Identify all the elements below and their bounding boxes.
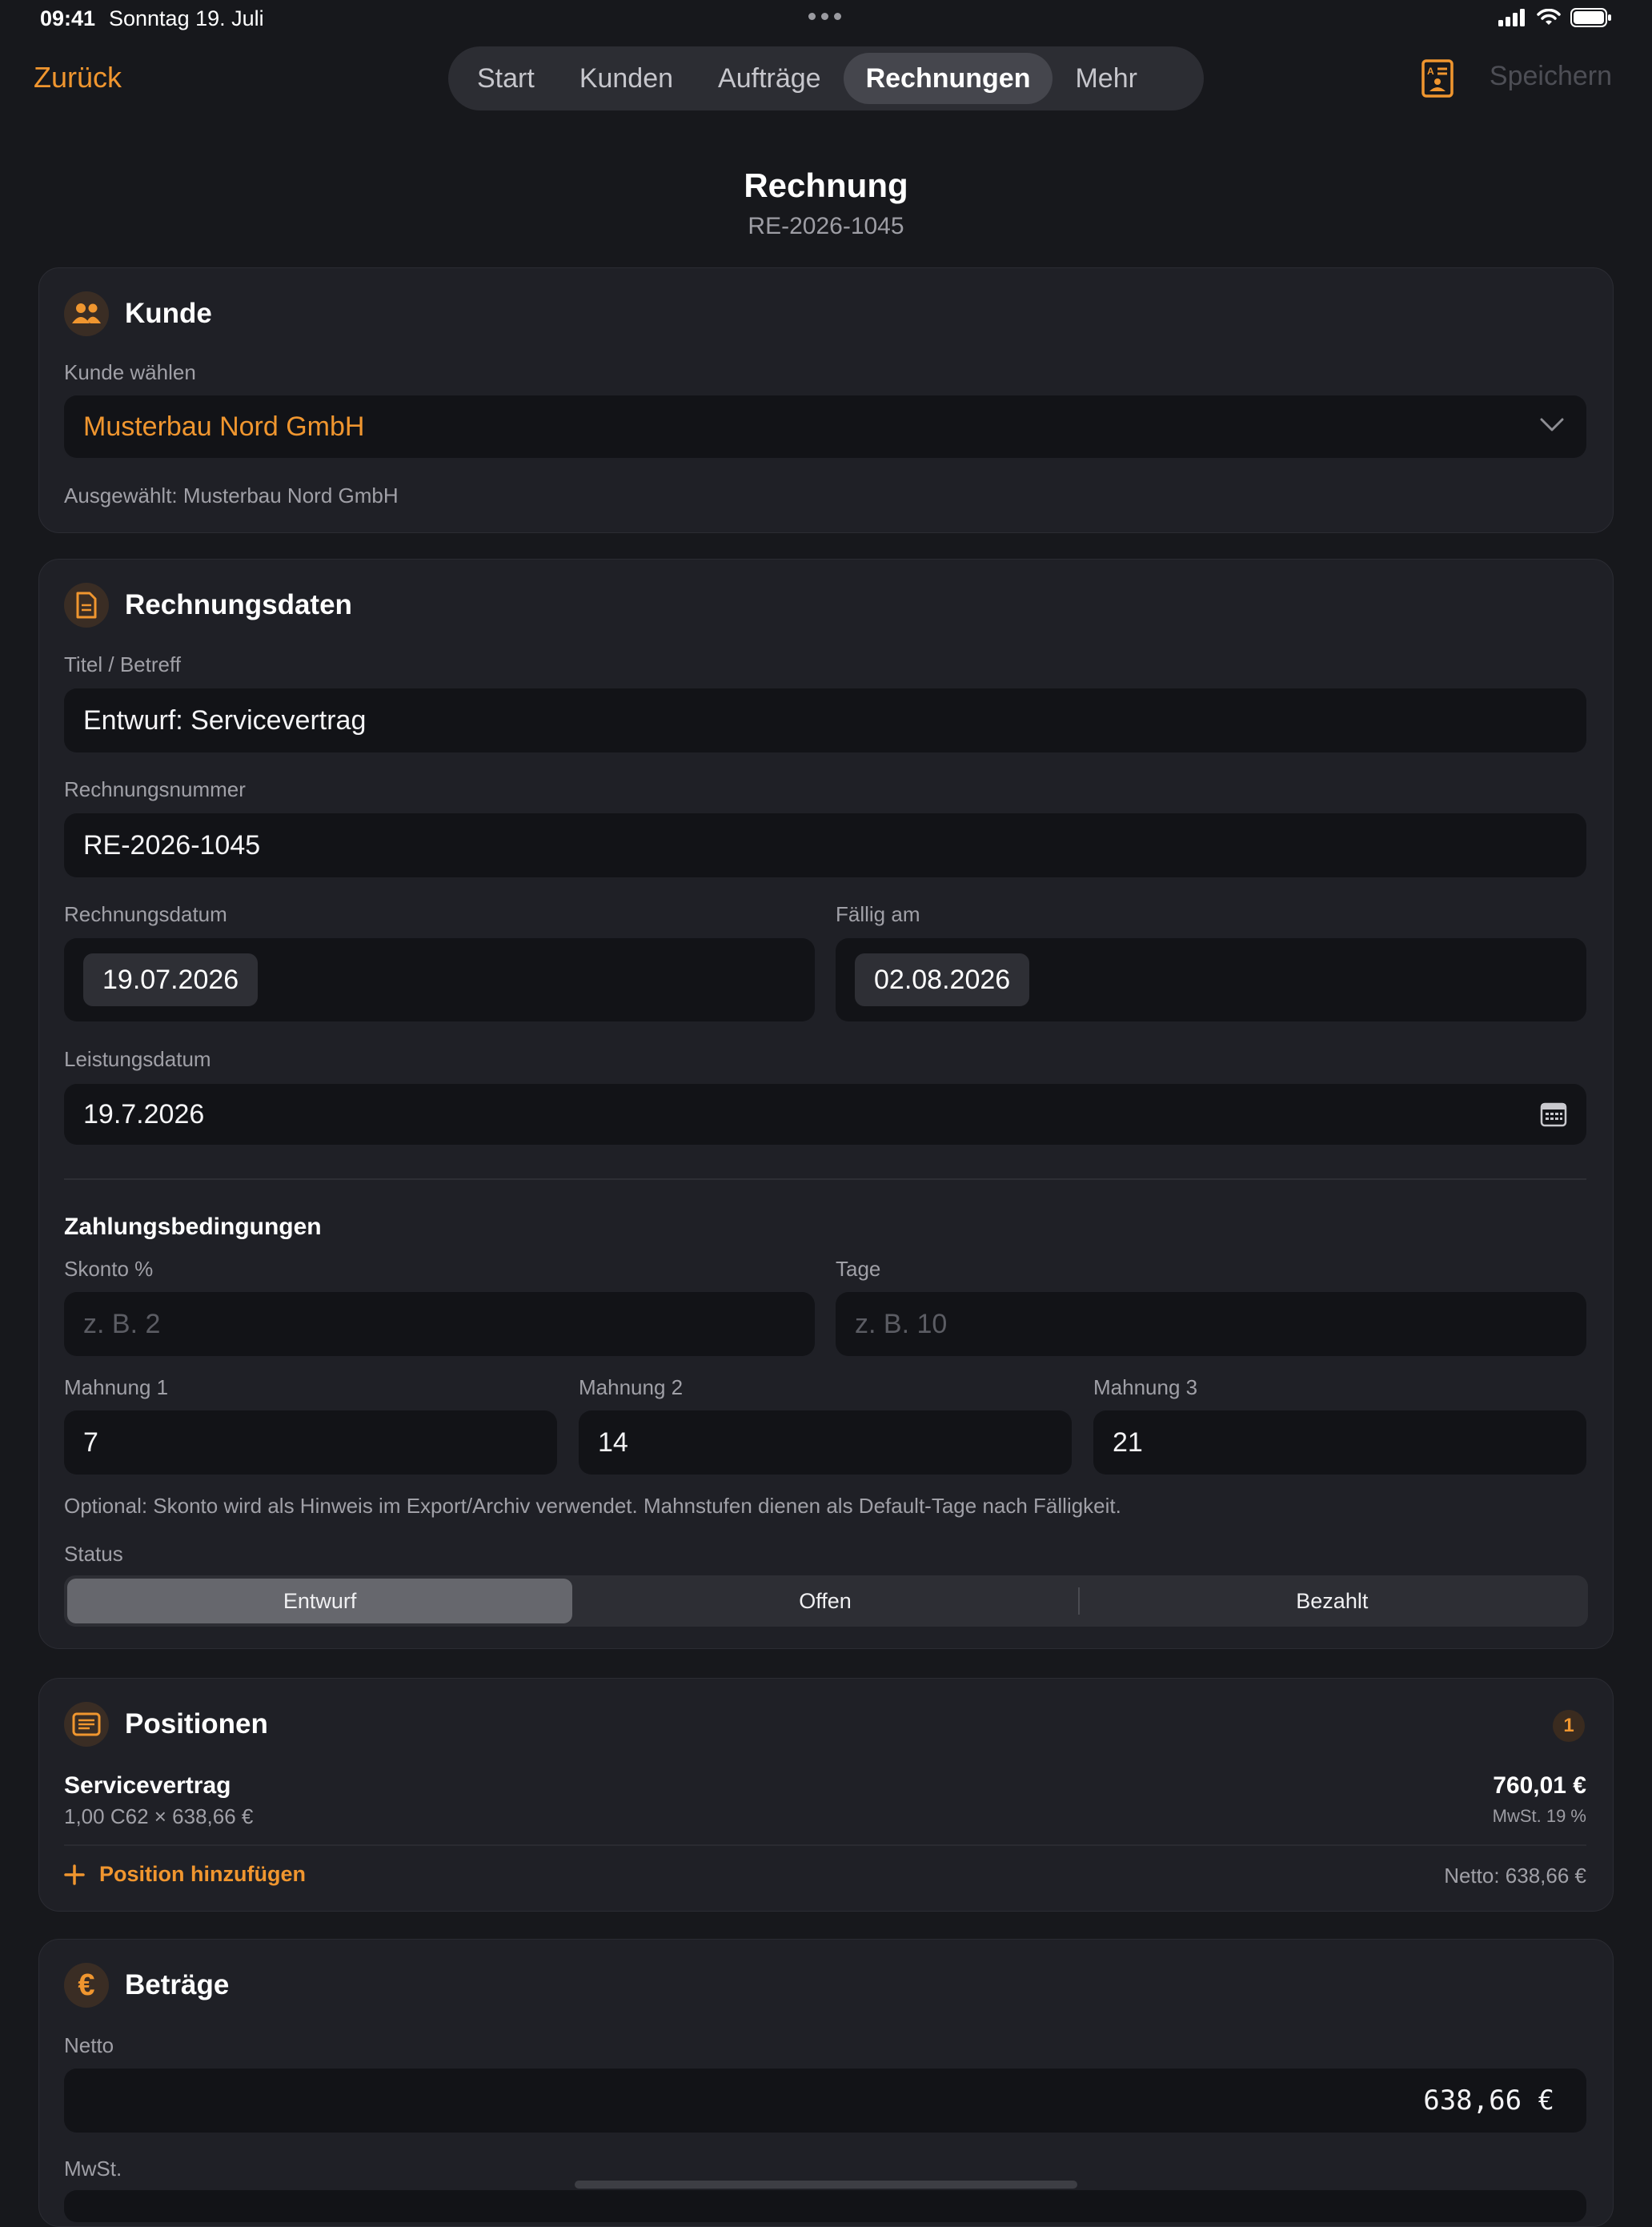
skonto-input[interactable]: z. B. 2 [64, 1292, 815, 1356]
customer-select[interactable]: Musterbau Nord GmbH [64, 395, 1586, 458]
title-label: Titel / Betreff [64, 652, 181, 676]
status-option-offen[interactable]: Offen [572, 1579, 1077, 1623]
page-title: Rechnung [744, 167, 908, 204]
calendar-icon[interactable] [1540, 1101, 1567, 1127]
days-label: Tage [836, 1257, 881, 1281]
euro-icon: € [64, 1963, 109, 2008]
positions-card-title: Positionen [125, 1708, 268, 1739]
home-indicator[interactable] [575, 2181, 1077, 2189]
tab-rechnungen[interactable]: Rechnungen [843, 53, 1053, 104]
invoice-number-label: Rechnungsnummer [64, 777, 246, 801]
chevron-down-icon [1540, 418, 1564, 431]
due-date-picker[interactable]: 02.08.2026 [855, 953, 1030, 1006]
dunning3-input[interactable]: 21 [1093, 1410, 1586, 1475]
status-icons [1498, 8, 1612, 27]
dunning3-label: Mahnung 3 [1093, 1375, 1198, 1399]
back-button[interactable]: Zurück [34, 61, 122, 94]
plus-icon [64, 1864, 85, 1885]
tab-start[interactable]: Start [455, 53, 557, 104]
add-position-button[interactable]: Position hinzufügen [64, 1862, 306, 1887]
positions-count-badge: 1 [1553, 1710, 1585, 1742]
list-icon [64, 1702, 109, 1747]
main-tab-bar: Start Kunden Aufträge Rechnungen Mehr [448, 46, 1204, 110]
status-label: Status [64, 1542, 123, 1566]
save-button[interactable]: Speichern [1490, 61, 1612, 92]
dunning2-input[interactable]: 14 [579, 1410, 1072, 1475]
divider [64, 1178, 1586, 1180]
invoice-date-label: Rechnungsdatum [64, 902, 227, 926]
net-label: Netto [64, 2033, 114, 2057]
due-date-label: Fällig am [836, 902, 920, 926]
status-option-entwurf[interactable]: Entwurf [67, 1579, 573, 1623]
tab-auftraege[interactable]: Aufträge [696, 53, 844, 104]
amounts-card-title: Beträge [125, 1969, 230, 2000]
multitasking-dots-icon[interactable] [808, 8, 844, 24]
position-tax: MwSt. 19 % [1492, 1806, 1586, 1826]
payment-terms-hint: Optional: Skonto wird als Hinweis im Exp… [64, 1494, 1121, 1518]
vat-amount-field[interactable] [64, 2190, 1586, 2222]
service-date-value: 19.7.2026 [83, 1098, 205, 1130]
customer-select-value: Musterbau Nord GmbH [83, 411, 365, 442]
due-date-field: 02.08.2026 [836, 938, 1586, 1021]
invoice-date-field: 19.07.2026 [64, 938, 815, 1021]
dunning2-label: Mahnung 2 [579, 1375, 684, 1399]
position-name[interactable]: Servicevertrag [64, 1772, 231, 1800]
service-date-label: Leistungsdatum [64, 1047, 211, 1071]
positions-net-summary: Netto: 638,66 € [1444, 1864, 1586, 1888]
customer-card-title: Kunde [125, 298, 212, 329]
days-placeholder: z. B. 10 [855, 1308, 948, 1339]
tab-mehr[interactable]: Mehr [1053, 53, 1159, 104]
invoice-date-picker[interactable]: 19.07.2026 [83, 953, 259, 1006]
status-segmented-control: Entwurf Offen Bezahlt [64, 1575, 1588, 1627]
svg-text:A: A [1427, 66, 1434, 77]
position-detail: 1,00 C62 × 638,66 € [64, 1804, 254, 1828]
net-amount-field[interactable]: 638,66 € [64, 2069, 1586, 2133]
title-input[interactable]: Entwurf: Servicevertrag [64, 688, 1586, 752]
add-position-label: Position hinzufügen [99, 1862, 306, 1886]
status-option-bezahlt[interactable]: Bezahlt [1080, 1579, 1585, 1623]
contact-card-icon[interactable]: A [1421, 59, 1454, 98]
divider [64, 1844, 1586, 1846]
service-date-input[interactable]: 19.7.2026 [64, 1084, 1586, 1145]
customer-selected-hint: Ausgewählt: Musterbau Nord GmbH [64, 484, 399, 508]
document-icon [64, 583, 109, 628]
skonto-label: Skonto % [64, 1257, 154, 1281]
status-date: Sonntag 19. Juli [109, 6, 264, 30]
vat-label: MwSt. [64, 2157, 122, 2181]
position-total: 760,01 € [1493, 1772, 1586, 1799]
customer-select-label: Kunde wählen [64, 360, 196, 384]
wifi-icon [1537, 9, 1561, 25]
invoice-data-card-title: Rechnungsdaten [125, 589, 352, 620]
cellular-signal-icon [1498, 9, 1525, 26]
tab-kunden[interactable]: Kunden [557, 53, 696, 104]
payment-terms-title: Zahlungsbedingungen [64, 1214, 322, 1240]
dunning1-label: Mahnung 1 [64, 1375, 169, 1399]
status-time: 09:41 [40, 6, 96, 30]
skonto-placeholder: z. B. 2 [83, 1308, 161, 1339]
dunning1-input[interactable]: 7 [64, 1410, 557, 1475]
people-icon [64, 291, 109, 336]
page-subtitle: RE-2026-1045 [748, 213, 904, 239]
days-input[interactable]: z. B. 10 [836, 1292, 1586, 1356]
battery-icon [1570, 8, 1611, 27]
invoice-number-input[interactable]: RE-2026-1045 [64, 813, 1586, 877]
